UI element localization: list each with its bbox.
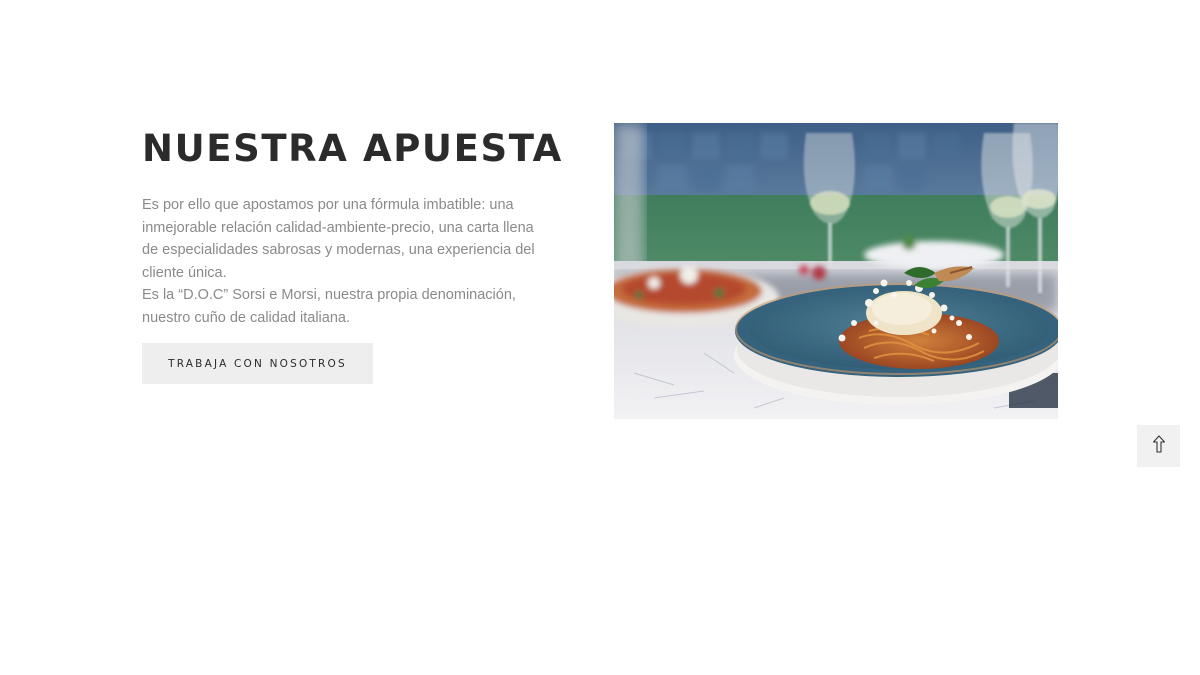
text-column: NUESTRA APUESTA Es por ello que apostamo… xyxy=(142,126,563,329)
paragraph-doc: Es la “D.O.C” Sorsi e Morsi, nuestra pro… xyxy=(142,287,516,326)
section-title: NUESTRA APUESTA xyxy=(142,127,563,170)
paragraph-formula: Es por ello que apostamos por una fórmul… xyxy=(142,197,535,281)
scroll-to-top-button[interactable] xyxy=(1137,425,1180,467)
food-photo xyxy=(614,123,1058,419)
section-description: Es por ello que apostamos por una fórmul… xyxy=(142,194,537,329)
work-with-us-button[interactable]: TRABAJA CON NOSOTROS xyxy=(142,343,373,384)
arrow-up-icon xyxy=(1152,434,1166,458)
nuestra-apuesta-section: NUESTRA APUESTA Es por ello que apostamo… xyxy=(0,0,1200,675)
